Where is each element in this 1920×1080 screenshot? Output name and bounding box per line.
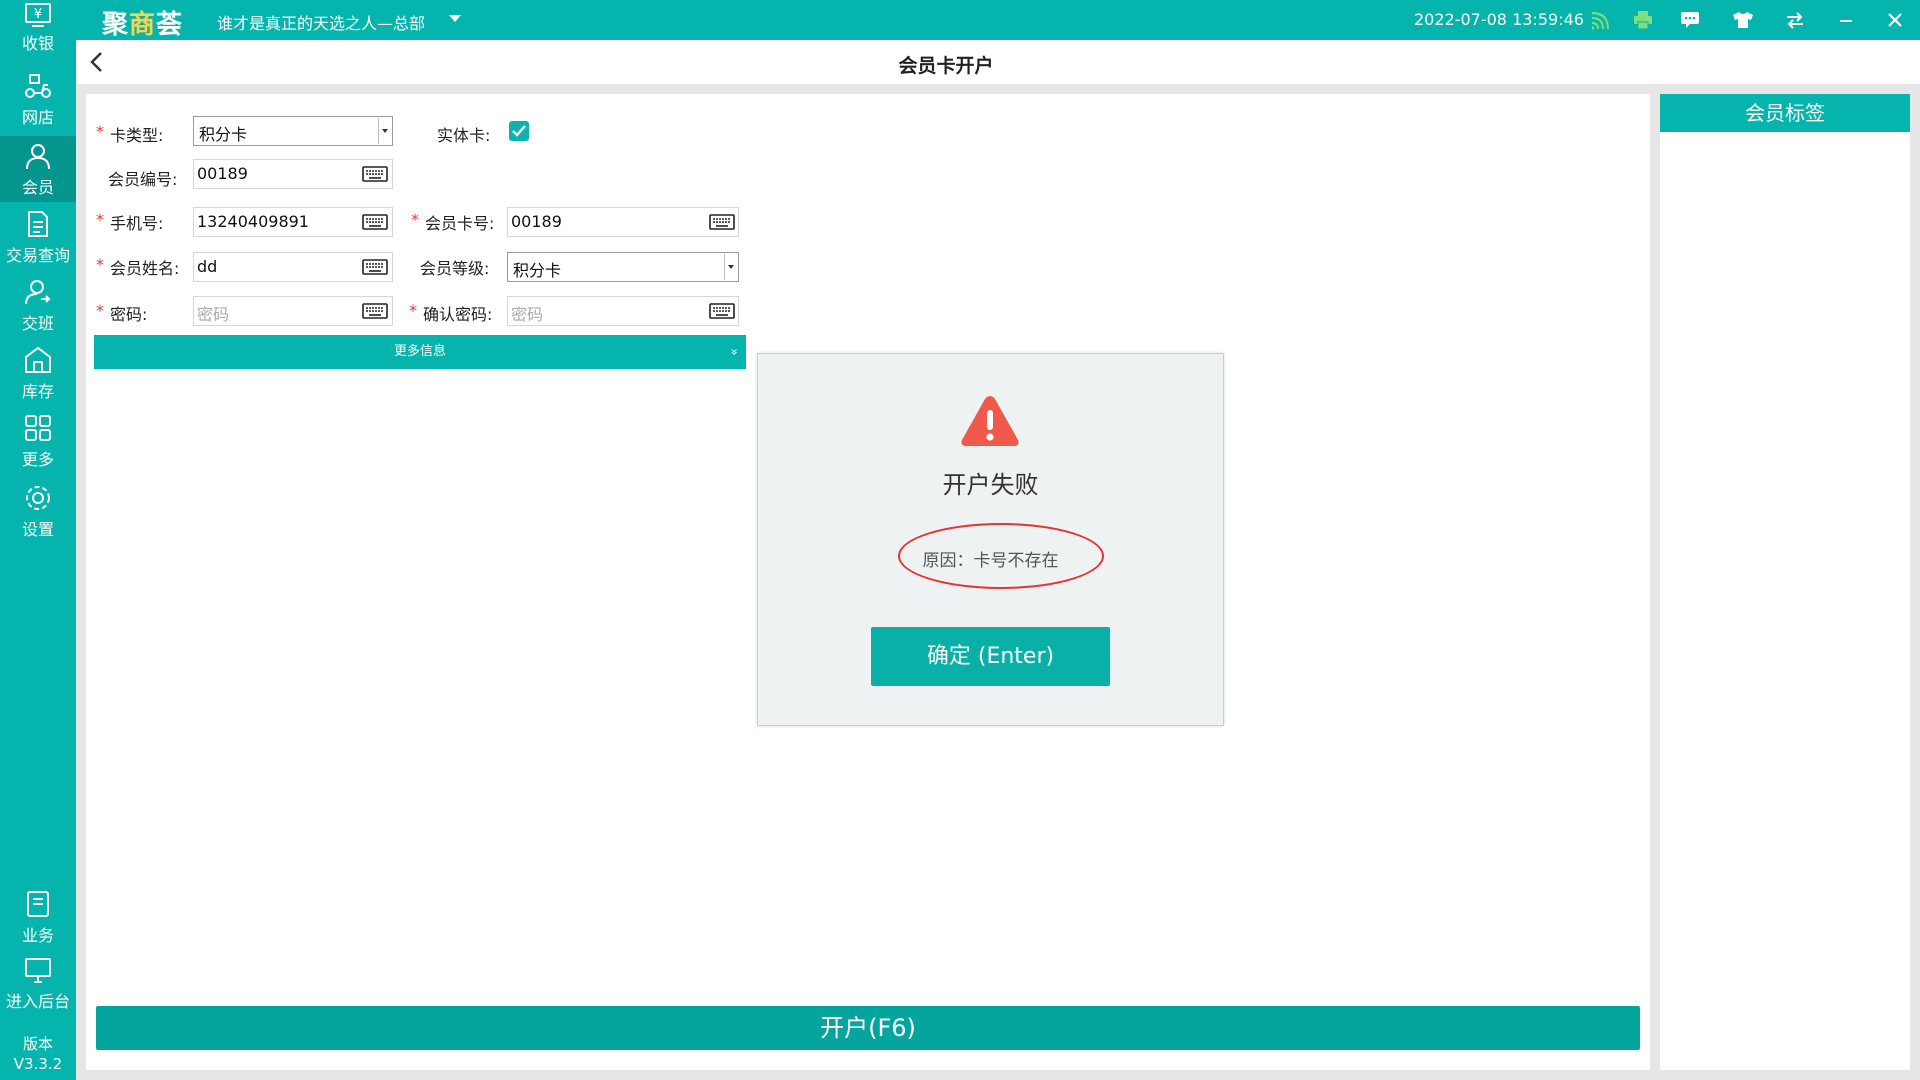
- shirt-icon[interactable]: [1731, 8, 1755, 32]
- level-select[interactable]: 积分卡: [507, 252, 739, 282]
- user-icon: [26, 144, 50, 170]
- sidebar-item-label: 交易查询: [5, 246, 70, 265]
- double-chevron-down-icon: »: [727, 348, 742, 356]
- warning-icon: [960, 394, 1020, 452]
- grid-icon: [25, 415, 51, 441]
- message-icon[interactable]: [1678, 8, 1702, 32]
- svg-text:¥: ¥: [34, 7, 42, 22]
- sidebar-item-member[interactable]: 会员: [0, 136, 76, 202]
- sidebar-item-label: 业务: [21, 926, 54, 945]
- monitor-icon: [25, 958, 51, 983]
- book-icon: [27, 891, 49, 917]
- card-type-select[interactable]: 积分卡: [193, 116, 393, 146]
- required-mark: *: [96, 255, 104, 274]
- gear-icon: [26, 486, 50, 510]
- logo-char-3: 荟: [156, 10, 184, 40]
- sidebar-item-label: 收银: [21, 34, 54, 53]
- level-label: 会员等级:: [420, 259, 490, 278]
- sidebar-item-more[interactable]: 更多: [0, 408, 76, 474]
- logo-char-2: 商: [129, 10, 157, 40]
- card-type-value: 积分卡: [199, 125, 248, 144]
- document-icon: [28, 211, 48, 237]
- version-label: 版本: [22, 1035, 53, 1053]
- warehouse-icon: [25, 346, 51, 373]
- required-mark: *: [96, 122, 104, 141]
- clock-text: 2022-07-08 13:59:46: [1414, 10, 1584, 29]
- card-no-label: 会员卡号:: [425, 214, 495, 233]
- dialog-title: 开户失败: [942, 471, 1039, 499]
- sidebar-item-online-store[interactable]: 网店: [0, 66, 76, 132]
- dialog-reason: 原因：卡号不存在: [922, 551, 1059, 571]
- check-icon: [512, 125, 526, 137]
- sidebar-item-label: 更多: [21, 450, 54, 469]
- confirm-password-label: 确认密码:: [423, 305, 493, 324]
- name-label: 会员姓名:: [110, 259, 180, 278]
- confirm-password-field[interactable]: 密码: [507, 296, 739, 326]
- required-mark: *: [411, 210, 419, 229]
- swap-icon[interactable]: [1783, 8, 1807, 32]
- minimize-icon[interactable]: [1834, 8, 1858, 32]
- wifi-icon[interactable]: [1588, 8, 1612, 32]
- delivery-bike-icon: [25, 74, 51, 98]
- page-header: 会员卡开户: [76, 40, 1920, 84]
- chevron-down-icon: [378, 118, 391, 144]
- phone-label: 手机号:: [110, 214, 164, 233]
- sidebar-item-label: 设置: [21, 520, 54, 539]
- keyboard-icon[interactable]: [707, 299, 737, 323]
- physical-card-checkbox[interactable]: [509, 121, 529, 141]
- top-bar: 聚商荟 谁才是真正的天选之人—总部 2022-07-08 13:59:46: [0, 0, 1920, 40]
- card-type-label: 卡类型:: [110, 126, 164, 145]
- sidebar-item-inventory[interactable]: 库存: [0, 340, 76, 406]
- sidebar-item-label: 库存: [21, 382, 54, 401]
- printer-icon[interactable]: [1631, 8, 1655, 32]
- open-account-button[interactable]: 开户(F6): [96, 1006, 1640, 1050]
- sidebar-item-cashier[interactable]: ¥ 收银: [0, 0, 76, 66]
- logo-char-1: 聚: [102, 10, 130, 40]
- sidebar-item-business[interactable]: 业务: [0, 884, 76, 950]
- card-no-field[interactable]: 00189: [507, 207, 739, 237]
- yen-register-icon: ¥: [25, 3, 51, 27]
- sidebar-item-label: 交班: [21, 314, 54, 333]
- version-info: 版本 V3.3.2: [0, 1034, 76, 1074]
- sidebar-item-label: 网店: [21, 108, 54, 127]
- required-mark: *: [96, 210, 104, 229]
- keyboard-icon[interactable]: [360, 162, 390, 186]
- keyboard-icon[interactable]: [360, 210, 390, 234]
- error-dialog: 开户失败 原因：卡号不存在 确定 (Enter): [757, 353, 1224, 726]
- sidebar: ¥ 收银 网店 会员 交易查询 交班 库存 更多 设置 业务 进入后台 版本 V…: [0, 3, 76, 1080]
- sidebar-item-backend[interactable]: 进入后台: [0, 950, 76, 1016]
- member-tags-title: 会员标签: [1660, 94, 1910, 132]
- sidebar-item-label: 会员: [21, 178, 54, 197]
- chevron-down-icon[interactable]: [449, 15, 461, 22]
- confirm-button[interactable]: 确定 (Enter): [871, 627, 1110, 686]
- level-value: 积分卡: [513, 261, 562, 280]
- more-info-label: 更多信息: [393, 344, 446, 359]
- keyboard-icon[interactable]: [360, 255, 390, 279]
- more-info-toggle[interactable]: 更多信息 »: [94, 335, 746, 369]
- member-tags-panel: 会员标签: [1660, 94, 1910, 1070]
- version-value: V3.3.2: [13, 1055, 63, 1073]
- member-no-label: 会员编号:: [108, 170, 178, 189]
- store-selector-label[interactable]: 谁才是真正的天选之人—总部: [217, 10, 425, 34]
- app-logo: 聚商荟: [102, 4, 183, 41]
- close-icon[interactable]: [1883, 8, 1907, 32]
- sidebar-item-settings[interactable]: 设置: [0, 478, 76, 544]
- page-title: 会员卡开户: [898, 55, 994, 77]
- password-label: 密码:: [110, 305, 148, 324]
- physical-card-label: 实体卡:: [437, 126, 491, 145]
- required-mark: *: [96, 301, 104, 320]
- shift-change-icon: [25, 280, 51, 305]
- chevron-down-icon: [724, 254, 737, 280]
- keyboard-icon[interactable]: [360, 299, 390, 323]
- required-mark: *: [409, 301, 417, 320]
- keyboard-icon[interactable]: [707, 210, 737, 234]
- sidebar-item-label: 进入后台: [5, 992, 70, 1011]
- sidebar-item-shift[interactable]: 交班: [0, 272, 76, 338]
- sidebar-item-transactions[interactable]: 交易查询: [0, 204, 76, 270]
